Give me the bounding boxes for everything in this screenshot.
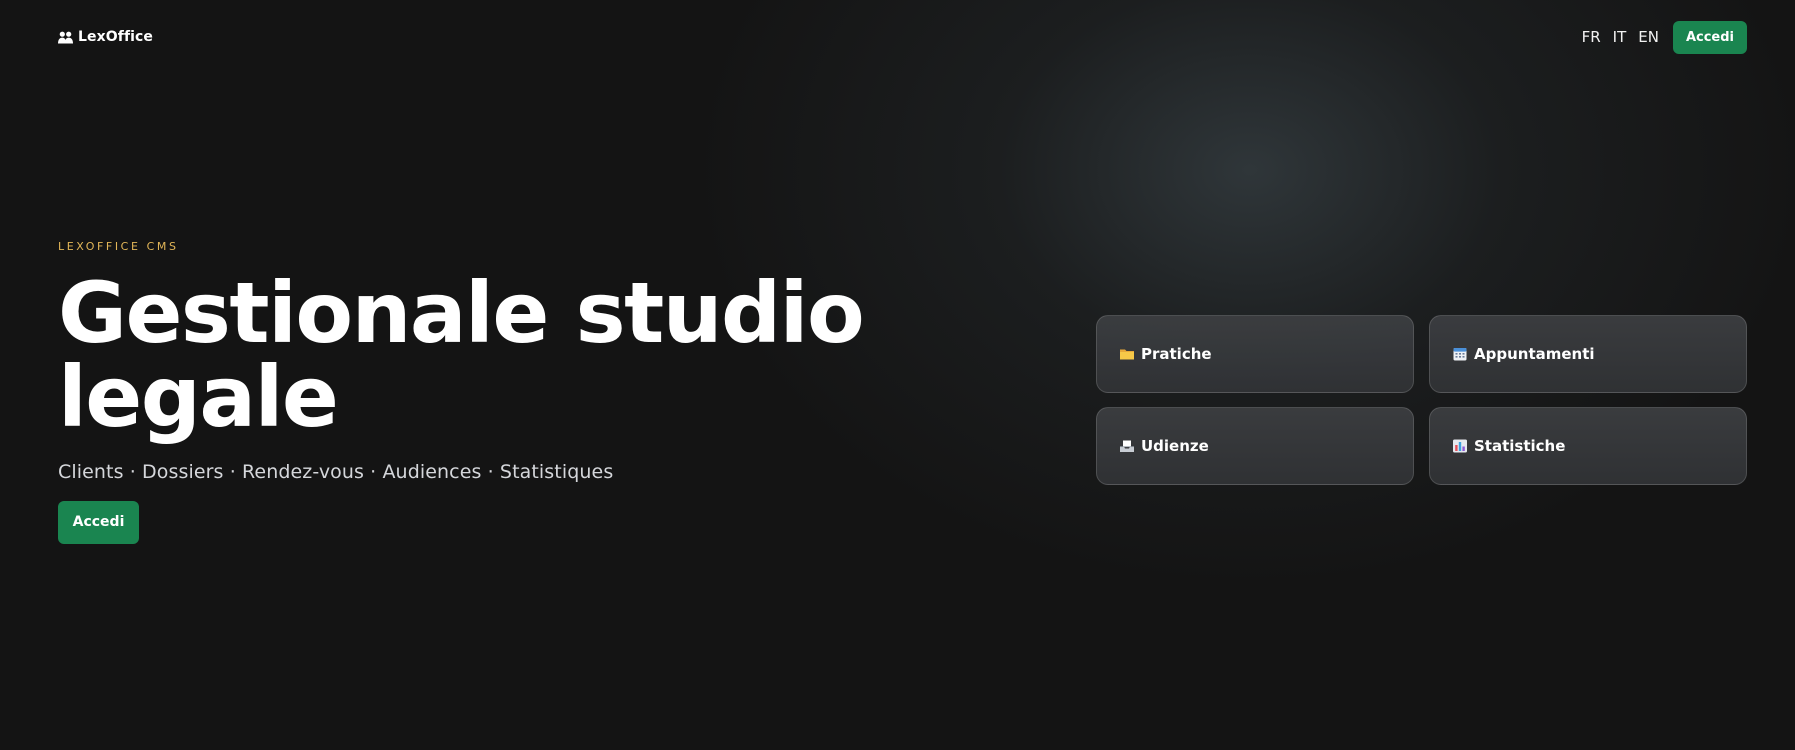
feature-card-label: Pratiche <box>1141 345 1212 363</box>
brand-name: LexOffice <box>78 29 154 45</box>
feature-card-appuntamenti[interactable]: Appuntamenti <box>1429 315 1747 393</box>
feature-card-pratiche[interactable]: Pratiche <box>1096 315 1414 393</box>
brand-logo[interactable]: LexOffice <box>58 29 153 45</box>
people-icon <box>58 31 73 43</box>
language-it-link[interactable]: IT <box>1613 28 1627 46</box>
hero-section: LEXOFFICE CMS Gestionale studio legale C… <box>58 240 938 544</box>
calendar-icon <box>1453 348 1467 361</box>
header-login-button[interactable]: Accedi <box>1672 20 1747 54</box>
feature-cards: Pratiche Appuntamenti Udienze Statistich… <box>1096 315 1749 485</box>
language-en-link[interactable]: EN <box>1638 28 1659 46</box>
top-navbar: LexOffice FR IT EN Accedi <box>58 20 1747 54</box>
feature-card-label: Statistiche <box>1474 437 1566 455</box>
feature-card-label: Appuntamenti <box>1474 345 1595 363</box>
hero-subtitle: Clients · Dossiers · Rendez-vous · Audie… <box>58 461 614 483</box>
feature-card-label: Udienze <box>1141 437 1209 455</box>
feature-card-udienze[interactable]: Udienze <box>1096 407 1414 485</box>
language-fr-link[interactable]: FR <box>1582 28 1601 46</box>
page-title: Gestionale studio legale <box>58 264 865 446</box>
language-and-login: FR IT EN Accedi <box>1582 20 1747 54</box>
inbox-tray-icon <box>1120 440 1134 452</box>
hero-eyebrow: LEXOFFICE CMS <box>58 240 179 253</box>
folder-icon <box>1120 349 1134 360</box>
bar-chart-icon <box>1453 439 1467 453</box>
hero-login-button[interactable]: Accedi <box>58 501 139 544</box>
feature-card-statistiche[interactable]: Statistiche <box>1429 407 1747 485</box>
